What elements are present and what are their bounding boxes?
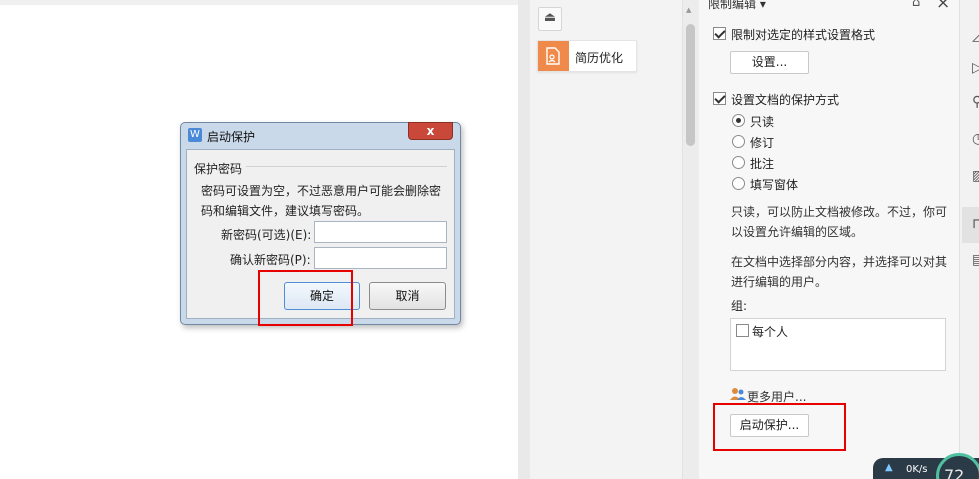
resume-optimize-button[interactable]: 简历优化 xyxy=(537,40,637,72)
history-icon[interactable]: ◷ xyxy=(972,131,979,147)
collapse-button[interactable]: ⏏ xyxy=(538,7,562,31)
restrict-format-label: 限制对选定的样式设置格式 xyxy=(731,28,876,42)
network-gauge-value: 72 xyxy=(944,466,965,479)
comment-label: 批注 xyxy=(750,157,775,171)
confirm-password-label: 确认新密码(P): xyxy=(230,253,311,267)
format-settings-button[interactable]: 设置... xyxy=(730,51,809,74)
pin-icon[interactable]: ⌂ xyxy=(912,0,920,10)
document-gutter xyxy=(518,0,530,479)
close-icon[interactable]: × xyxy=(936,0,950,13)
revision-radio[interactable] xyxy=(732,135,745,148)
confirm-password-field[interactable] xyxy=(314,247,447,269)
resume-doc-icon xyxy=(538,41,569,71)
eject-icon: ⏏ xyxy=(543,10,557,25)
scrollbar-thumb[interactable] xyxy=(686,24,695,146)
password-group-title: 保护密码 xyxy=(194,162,243,176)
wps-writer-icon: W xyxy=(188,128,202,142)
fill-form-radio[interactable] xyxy=(732,177,745,190)
start-protect-highlight xyxy=(713,403,846,451)
select-icon[interactable]: ▷ xyxy=(972,60,979,76)
fill-form-label: 填写窗体 xyxy=(750,178,799,192)
lock-icon[interactable]: ⊓ xyxy=(972,216,979,232)
scroll-up-arrow-icon[interactable]: ▲ xyxy=(686,6,691,14)
protect-mode-checkbox[interactable] xyxy=(713,92,726,105)
new-password-field[interactable] xyxy=(314,221,447,243)
shape-icon[interactable]: ◿ xyxy=(972,28,979,44)
dialog-title: 启动保护 xyxy=(207,130,256,144)
panel-title[interactable]: 限制编辑 ▾ xyxy=(708,0,766,12)
dialog-close-button[interactable]: x xyxy=(408,122,453,140)
new-password-label: 新密码(可选)(E): xyxy=(221,228,312,242)
select-description: 在文档中选择部分内容，并选择可以对其进行编辑的用户。 xyxy=(731,255,948,289)
doc-icon[interactable]: ▤ xyxy=(972,252,979,268)
comment-radio[interactable] xyxy=(732,156,745,169)
readonly-radio[interactable] xyxy=(732,114,745,127)
restrict-format-checkbox[interactable] xyxy=(713,27,726,40)
users-icon xyxy=(730,388,746,400)
everyone-checkbox[interactable] xyxy=(736,324,749,337)
cancel-button[interactable]: 取消 xyxy=(369,282,446,310)
image-icon[interactable]: ▨ xyxy=(972,168,979,184)
readonly-description: 只读，可以防止文档被修改。不过，你可以设置允许编辑的区域。 xyxy=(731,205,948,239)
group-divider xyxy=(246,166,447,167)
group-label: 组: xyxy=(731,299,748,313)
revision-label: 修订 xyxy=(750,136,775,150)
everyone-label: 每个人 xyxy=(752,325,789,339)
upload-arrow-icon: ▲ xyxy=(885,462,893,473)
resume-optimize-label: 简历优化 xyxy=(575,51,624,65)
password-description: 密码可设置为空，不过恶意用户可能会删除密码和编辑文件，建议填写密码。 xyxy=(201,184,442,218)
readonly-label: 只读 xyxy=(750,115,775,129)
network-speed: 0K/s xyxy=(906,464,928,475)
tools-icon[interactable]: ⚲ xyxy=(972,94,979,110)
protect-mode-label: 设置文档的保护方式 xyxy=(731,93,840,107)
ok-button-highlight xyxy=(258,270,353,326)
